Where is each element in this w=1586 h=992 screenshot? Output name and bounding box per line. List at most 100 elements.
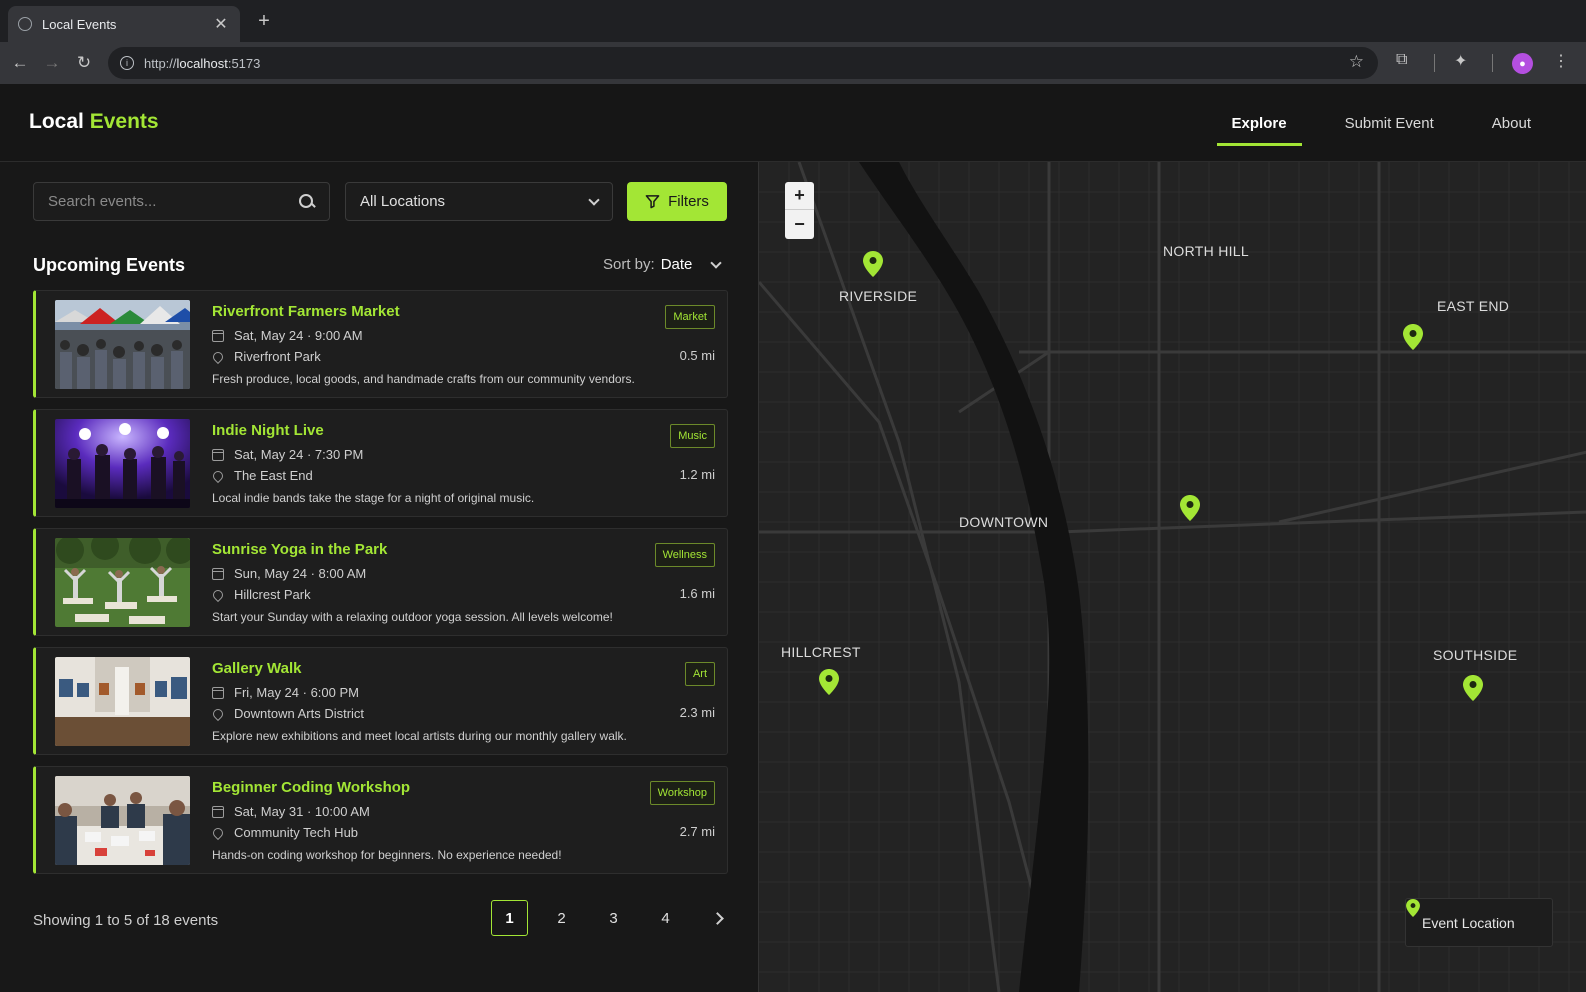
map-marker-icon[interactable] — [1403, 324, 1423, 350]
zoom-out-button[interactable]: − — [785, 210, 814, 238]
event-card[interactable]: Gallery Walk Fri, May 24 · 6:00 PM Downt… — [33, 647, 728, 755]
calendar-icon — [212, 686, 224, 699]
toolbar-divider — [1492, 54, 1493, 72]
app-logo[interactable]: Local Events — [29, 110, 159, 134]
page-button-1[interactable]: 1 — [491, 900, 528, 936]
search-box — [33, 182, 330, 221]
extensions-icon[interactable]: ⧉ — [1396, 51, 1407, 69]
map-marker-icon — [1406, 899, 1420, 917]
forward-icon[interactable]: → — [40, 51, 64, 75]
filters-button[interactable]: Filters — [627, 182, 727, 221]
sort-label: Sort by: — [603, 256, 655, 273]
map-marker-icon[interactable] — [1463, 675, 1483, 701]
page-button-4[interactable]: 4 — [647, 900, 684, 936]
event-distance: 2.3 mi — [679, 705, 715, 720]
calendar-icon — [212, 805, 224, 818]
menu-icon[interactable]: ⋮ — [1553, 51, 1569, 71]
event-location: Hillcrest Park — [210, 587, 311, 602]
map-canvas[interactable] — [759, 162, 1586, 992]
browser-toolbar: ← → ↻ i http://localhost:5173 ☆ ⧉ ✦ ⋮ — [0, 42, 1586, 84]
location-pin-icon — [210, 468, 226, 483]
event-distance: 1.2 mi — [679, 467, 715, 482]
map-marker-icon[interactable] — [863, 251, 883, 277]
district-label: RIVERSIDE — [839, 288, 918, 304]
event-date: Sat, May 24 · 9:00 AM — [212, 328, 363, 343]
page-button-2[interactable]: 2 — [543, 900, 580, 936]
sort-value: Date — [660, 256, 693, 273]
event-distance: 0.5 mi — [679, 348, 715, 363]
event-location: Downtown Arts District — [210, 706, 364, 721]
nav-explore[interactable]: Explore — [1216, 84, 1302, 162]
browser-tab[interactable]: Local Events ✕ — [8, 6, 240, 42]
pagination: 1 2 3 4 — [491, 900, 736, 936]
section-title: Upcoming Events — [33, 255, 186, 275]
event-distance: 1.6 mi — [679, 586, 715, 601]
district-label: HILLCREST — [781, 644, 861, 660]
reload-icon[interactable]: ↻ — [72, 51, 96, 75]
event-distance: 2.7 mi — [679, 824, 715, 839]
address-bar[interactable]: i http://localhost:5173 ☆ — [108, 47, 1378, 79]
district-label: NORTH HILL — [1163, 243, 1249, 259]
event-card[interactable]: Sunrise Yoga in the Park Sun, May 24 · 8… — [33, 528, 728, 636]
tab-title: Local Events — [42, 16, 117, 32]
browser-tab-bar: Local Events ✕ + — [0, 0, 1586, 42]
event-description: Hands-on coding workshop for beginners. … — [212, 848, 562, 862]
category-badge: Wellness — [654, 543, 715, 567]
close-icon[interactable]: ✕ — [212, 14, 230, 34]
event-date: Sun, May 24 · 8:00 AM — [212, 566, 366, 581]
new-tab-icon[interactable]: + — [252, 10, 276, 33]
event-title[interactable]: Indie Night Live — [212, 422, 324, 439]
page-button-3[interactable]: 3 — [595, 900, 632, 936]
event-map[interactable]: + − NORTH HILL RIVERSIDE EAST END DOWNTO… — [758, 162, 1586, 992]
site-info-icon[interactable]: i — [120, 56, 134, 70]
back-icon[interactable]: ← — [8, 51, 32, 75]
category-badge: Art — [684, 662, 715, 686]
calendar-icon — [212, 329, 224, 342]
event-description: Start your Sunday with a relaxing outdoo… — [212, 610, 613, 624]
location-pin-icon — [210, 349, 226, 364]
app-header: Local Events Explore Submit Event About — [0, 84, 1586, 162]
event-date: Sat, May 31 · 10:00 AM — [212, 804, 370, 819]
nav-about[interactable]: About — [1477, 84, 1546, 162]
bookmark-star-icon[interactable]: ☆ — [1349, 52, 1364, 72]
event-title[interactable]: Beginner Coding Workshop — [212, 779, 410, 796]
category-badge: Workshop — [649, 781, 715, 805]
event-image-market — [55, 300, 190, 389]
filters-label: Filters — [668, 193, 709, 210]
event-location: The East End — [210, 468, 313, 483]
nav-submit-event[interactable]: Submit Event — [1330, 84, 1449, 162]
event-location: Riverfront Park — [210, 349, 321, 364]
event-description: Explore new exhibitions and meet local a… — [212, 729, 627, 743]
location-select[interactable]: All Locations — [345, 182, 613, 221]
zoom-in-button[interactable]: + — [785, 182, 814, 210]
globe-icon — [18, 17, 32, 31]
map-marker-icon[interactable] — [1180, 495, 1200, 521]
toolbar-divider — [1434, 54, 1435, 72]
event-image-gallery — [55, 657, 190, 746]
profile-avatar[interactable]: ● — [1512, 53, 1533, 74]
calendar-icon — [212, 448, 224, 461]
event-title[interactable]: Riverfront Farmers Market — [212, 303, 400, 320]
next-page-button[interactable] — [699, 900, 736, 936]
search-input[interactable] — [48, 193, 299, 210]
legend-label: Event Location — [1422, 914, 1515, 931]
event-description: Local indie bands take the stage for a n… — [212, 491, 535, 505]
chevron-down-icon — [710, 256, 723, 269]
event-image-concert — [55, 419, 190, 508]
search-icon[interactable] — [299, 193, 315, 210]
district-label: EAST END — [1437, 298, 1510, 314]
url-text: http://localhost:5173 — [144, 55, 261, 71]
event-card[interactable]: Indie Night Live Sat, May 24 · 7:30 PM T… — [33, 409, 728, 517]
pagination-info: Showing 1 to 5 of 18 events — [33, 912, 219, 929]
puzzle-icon[interactable]: ✦ — [1454, 51, 1467, 71]
event-card[interactable]: Riverfront Farmers Market Sat, May 24 · … — [33, 290, 728, 398]
map-marker-icon[interactable] — [819, 669, 839, 695]
event-title[interactable]: Sunrise Yoga in the Park — [212, 541, 387, 558]
event-description: Fresh produce, local goods, and handmade… — [212, 372, 635, 386]
zoom-controls: + − — [785, 182, 814, 239]
event-date: Sat, May 24 · 7:30 PM — [212, 447, 363, 462]
event-card[interactable]: Beginner Coding Workshop Sat, May 31 · 1… — [33, 766, 728, 874]
events-panel: All Locations Filters Upcoming Events So… — [0, 162, 758, 992]
event-title[interactable]: Gallery Walk — [212, 660, 302, 677]
sort-select[interactable]: Sort by: Date — [603, 256, 723, 273]
